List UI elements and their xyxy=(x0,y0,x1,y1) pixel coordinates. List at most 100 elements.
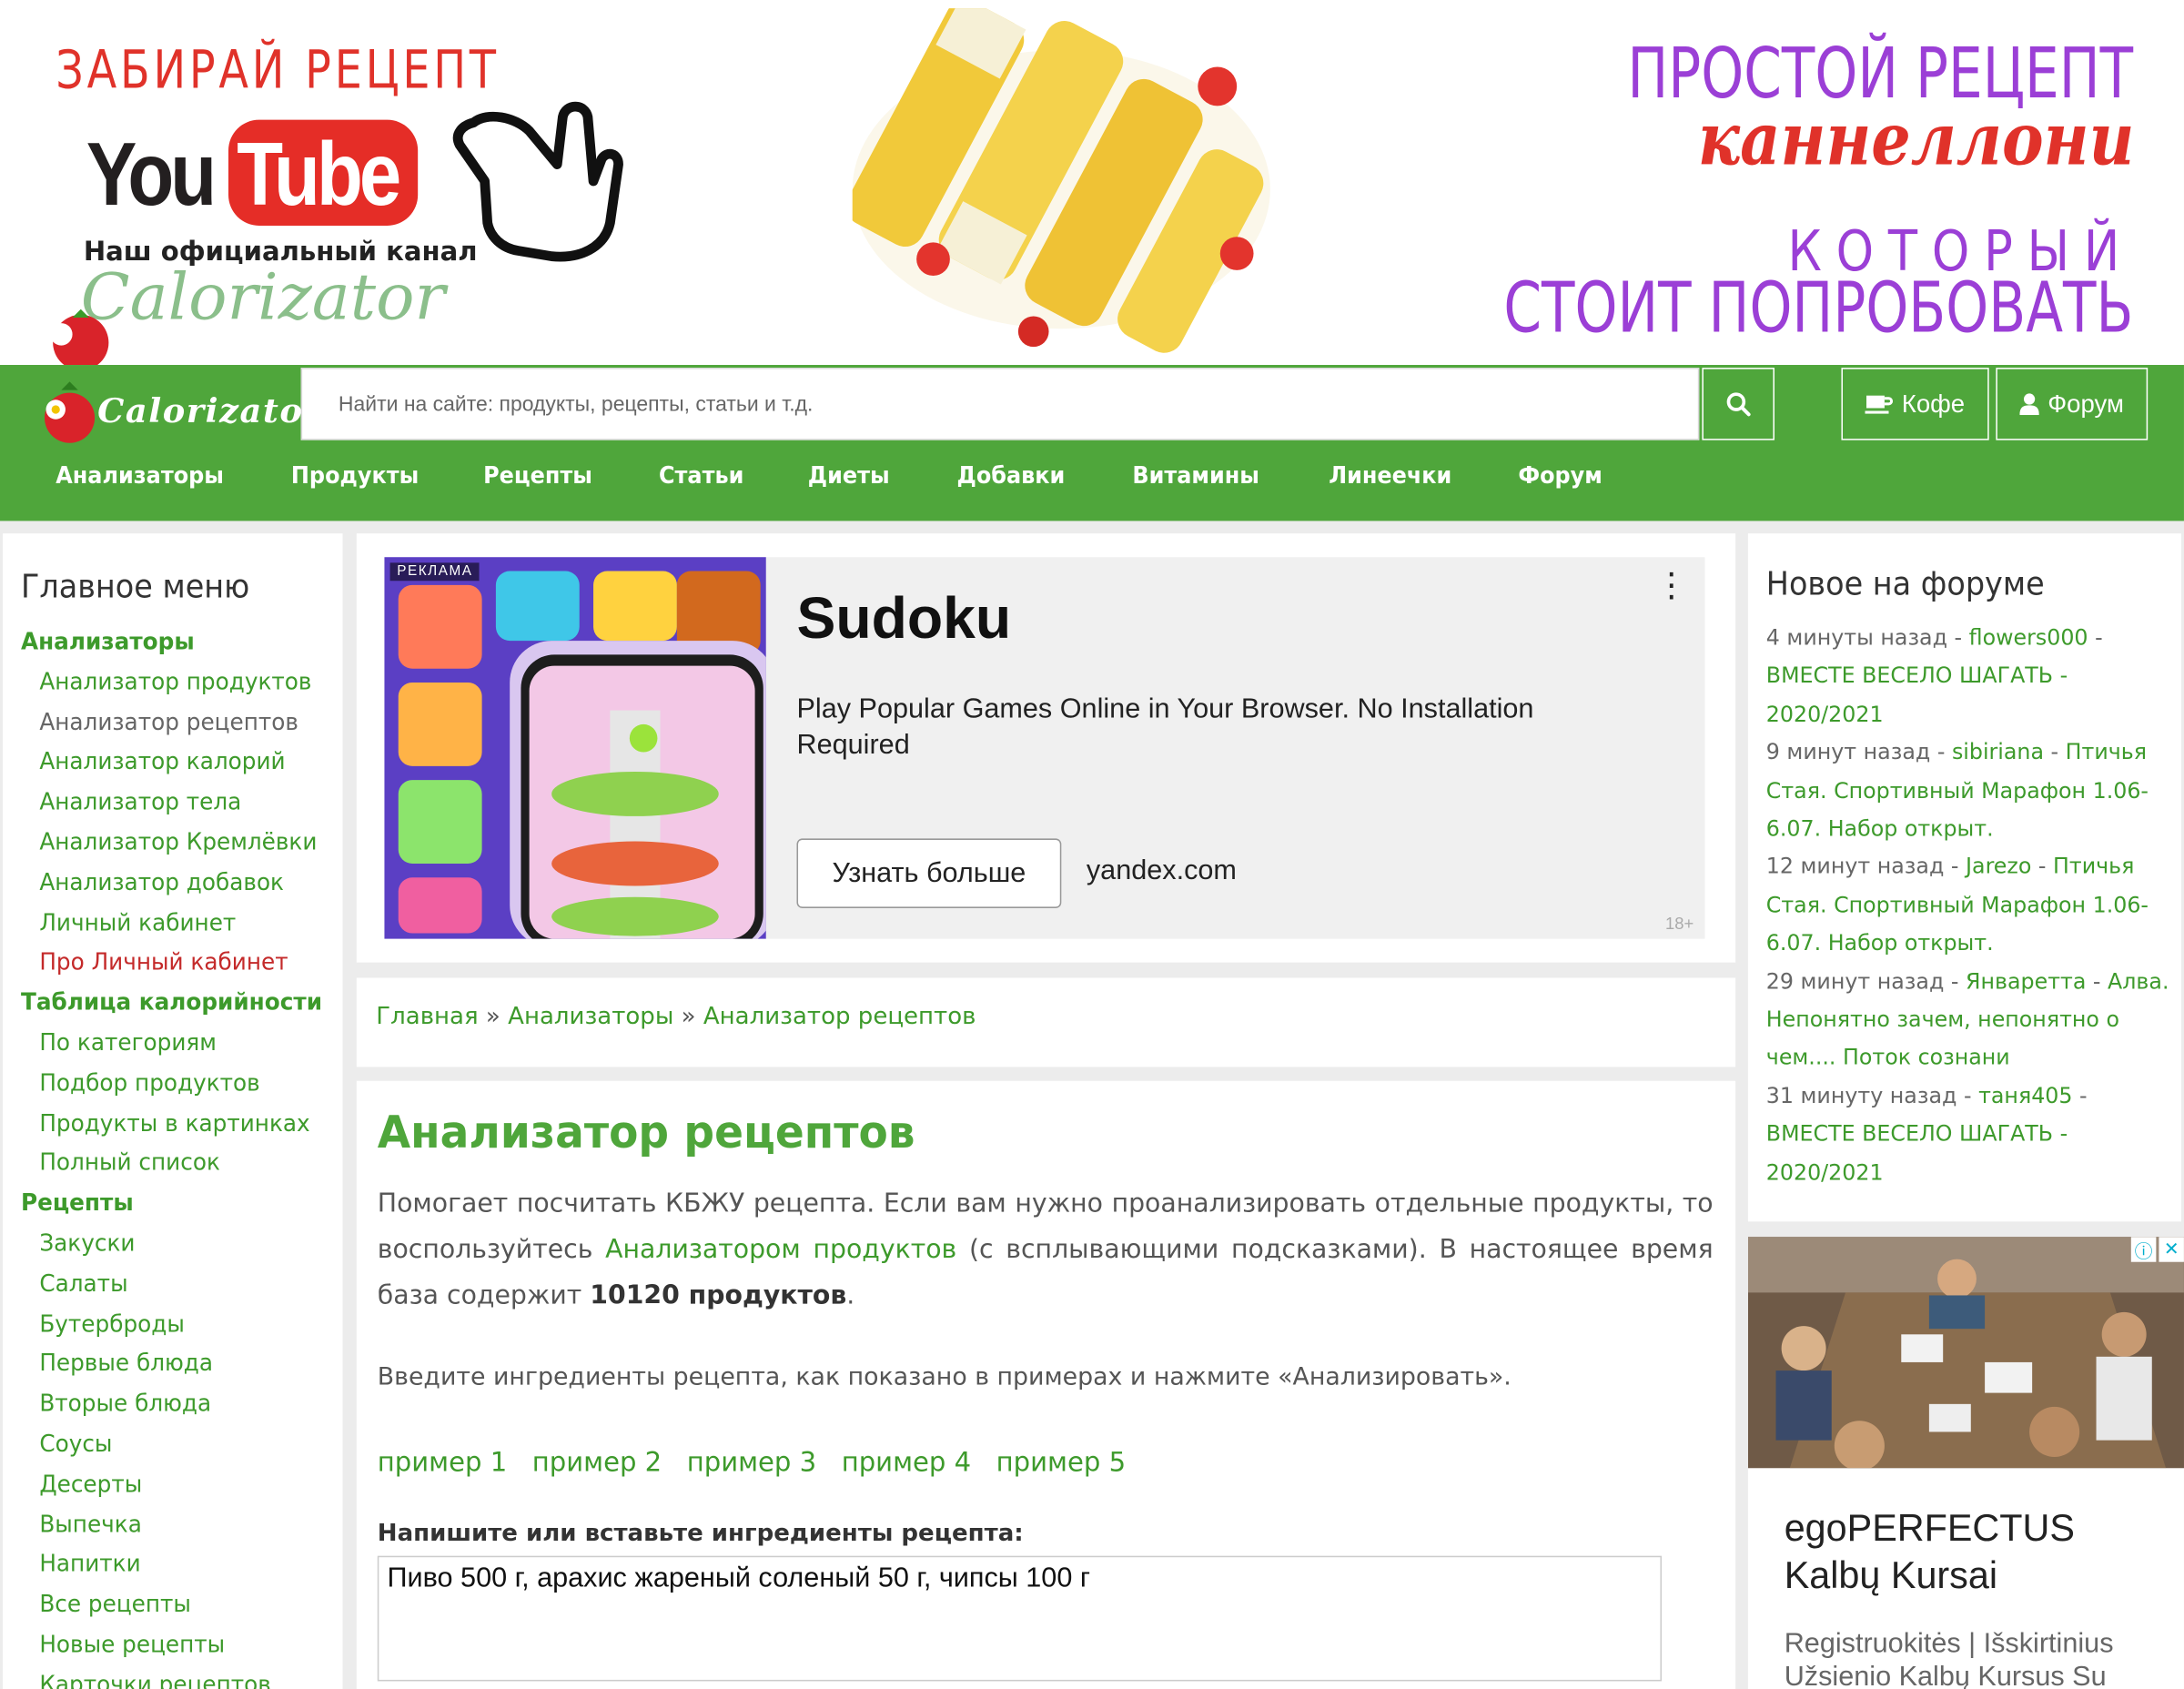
menu-item[interactable]: Личный кабинет xyxy=(21,904,327,944)
nav-diets[interactable]: Диеты xyxy=(808,462,890,491)
menu-item[interactable]: Анализатор продуктов xyxy=(21,662,327,703)
menu-category[interactable]: Таблица калорийности xyxy=(21,984,327,1024)
forum-entry-sep: - xyxy=(1944,854,1967,880)
ad-game-artwork xyxy=(384,557,766,939)
forum-entry-topic[interactable]: ВМЕСТЕ ВЕСЕЛО ШАГАТЬ - 2020/2021 xyxy=(1766,1122,2068,1185)
menu-item[interactable]: Соусы xyxy=(21,1425,327,1465)
breadcrumb-analyzers[interactable]: Анализаторы xyxy=(508,1003,673,1031)
menu-item[interactable]: По категориям xyxy=(21,1024,327,1064)
ingredients-textarea[interactable]: Пиво 500 г, арахис жареный соленый 50 г,… xyxy=(377,1555,1663,1682)
ad-description: Play Popular Games Online in Your Browse… xyxy=(796,693,1534,761)
menu-category[interactable]: Рецепты xyxy=(21,1184,327,1224)
coffee-button-label: Кофе xyxy=(1901,389,1966,418)
menu-item[interactable]: Про Личный кабинет xyxy=(21,944,327,984)
breadcrumb-sep: » xyxy=(673,1003,703,1031)
side-ad[interactable]: ⓘ ✕ egoPERFECTUS Kalbų Kursai Registruok… xyxy=(1747,1237,2184,1689)
menu-item[interactable]: Анализатор добавок xyxy=(21,864,327,904)
breadcrumb: Главная » Анализаторы » Анализатор рецеп… xyxy=(356,977,1736,1067)
menu-item[interactable]: Выпечка xyxy=(21,1505,327,1545)
ad-more-options-icon[interactable]: ⋮ xyxy=(1654,568,1688,602)
menu-item[interactable]: Анализатор рецептов xyxy=(21,703,327,743)
nav-recipes[interactable]: Рецепты xyxy=(483,462,592,491)
nav-articles[interactable]: Статьи xyxy=(659,462,743,491)
menu-item[interactable]: Все рецепты xyxy=(21,1585,327,1625)
menu-item[interactable]: Анализатор тела xyxy=(21,783,327,823)
menu-item[interactable]: Вторые блюда xyxy=(21,1385,327,1425)
search-icon xyxy=(1726,392,1751,417)
forum-entry-user[interactable]: Январетта xyxy=(1966,969,2086,995)
nav-analyzers[interactable]: Анализаторы xyxy=(56,462,224,491)
coffee-button[interactable]: Кофе xyxy=(1841,368,1989,440)
breadcrumb-home[interactable]: Главная xyxy=(376,1003,478,1031)
ad-close-icon[interactable]: ✕ xyxy=(2159,1237,2184,1262)
menu-category[interactable]: Анализаторы xyxy=(21,622,327,662)
menu-item[interactable]: Полный список xyxy=(21,1144,327,1184)
product-count: 10120 продуктов xyxy=(590,1281,847,1311)
forum-entry-time: 29 минут назад xyxy=(1765,968,1945,995)
forum-button[interactable]: Форум xyxy=(1996,368,2149,440)
instructions-text: Введите ингредиенты рецепта, как показан… xyxy=(377,1363,1512,1392)
example-link-4[interactable]: пример 4 xyxy=(842,1447,971,1478)
menu-item[interactable]: Анализатор Кремлёвки xyxy=(21,824,327,864)
forum-news-list: 4 минуты назад - flowers000 - ВМЕСТЕ ВЕС… xyxy=(1766,620,2181,1192)
forum-entry-sep: - xyxy=(2088,625,2103,651)
menu-item[interactable]: Первые блюда xyxy=(21,1345,327,1385)
side-ad-image[interactable]: ⓘ ✕ xyxy=(1747,1237,2184,1469)
example-link-2[interactable]: пример 2 xyxy=(532,1447,662,1478)
forum-entry-sep: - xyxy=(2044,740,2066,765)
ad-learn-more-button[interactable]: Узнать больше xyxy=(796,838,1062,908)
menu-item[interactable]: Карточки рецептов xyxy=(21,1665,327,1689)
menu-item[interactable]: Новые рецепты xyxy=(21,1625,327,1665)
example-link-3[interactable]: пример 3 xyxy=(687,1447,816,1478)
forum-entry-user[interactable]: таня405 xyxy=(1978,1084,2072,1109)
youtube-logo-you: You xyxy=(86,124,217,225)
menu-item[interactable]: Десерты xyxy=(21,1465,327,1505)
nav-products[interactable]: Продукты xyxy=(291,462,419,491)
site-header: Calorizator Кофе Форум Анализато xyxy=(0,365,2184,521)
side-ad-title[interactable]: egoPERFECTUS Kalbų Kursai xyxy=(1785,1504,2160,1599)
banner-right-line2: каннеллони xyxy=(1697,97,2134,183)
side-ad-text: Registruokitės | Išskirtinius Užsienio K… xyxy=(1784,1628,2114,1689)
forum-entry-topic[interactable]: ВМЕСТЕ ВЕСЕЛО ШАГАТЬ - 2020/2021 xyxy=(1766,663,2068,726)
menu-item[interactable]: Салаты xyxy=(21,1264,327,1304)
coffee-cup-icon xyxy=(1865,395,1894,414)
site-search-input[interactable] xyxy=(300,368,1700,440)
site-logo[interactable]: Calorizator xyxy=(36,370,321,449)
menu-item[interactable]: Напитки xyxy=(21,1545,327,1585)
meeting-photo xyxy=(1747,1237,2184,1469)
breadcrumb-current[interactable]: Анализатор рецептов xyxy=(703,1003,976,1031)
search-button[interactable] xyxy=(1702,368,1774,440)
menu-item[interactable]: Подбор продуктов xyxy=(21,1064,327,1104)
menu-item[interactable]: Закуски xyxy=(21,1224,327,1264)
menu-item[interactable]: Анализатор калорий xyxy=(21,743,327,783)
forum-entry-sep: - xyxy=(1947,625,1969,651)
example-link-5[interactable]: пример 5 xyxy=(996,1447,1126,1478)
forum-entry-user[interactable]: Jarezo xyxy=(1966,855,2031,880)
ad-domain[interactable]: yandex.com xyxy=(1087,855,1237,887)
banner-channel-script: Calorizator xyxy=(80,258,446,335)
ad-image[interactable]: РЕКЛАМА xyxy=(384,557,766,939)
menu-item[interactable]: Продукты в картинках xyxy=(21,1104,327,1144)
ad-block: РЕКЛАМА Sudoku Play Popular Games Online… xyxy=(356,533,1736,963)
promo-banner[interactable]: ЗАБИРАЙ РЕЦЕПТ You Tube Наш официальный … xyxy=(0,0,2184,366)
product-analyzer-link[interactable]: Анализатором продуктов xyxy=(605,1236,956,1265)
nav-rulers[interactable]: Линеечки xyxy=(1329,462,1451,491)
main-menu-title: Главное меню xyxy=(20,570,250,606)
strawberry-logo-icon xyxy=(44,381,96,443)
example-link-1[interactable]: пример 1 xyxy=(378,1447,507,1478)
forum-button-label: Форум xyxy=(2048,389,2124,418)
forum-entry-user[interactable]: flowers000 xyxy=(1969,625,2088,651)
ad-info-icon[interactable]: ⓘ xyxy=(2130,1237,2157,1262)
menu-item[interactable]: Бутерброды xyxy=(21,1304,327,1344)
strawberry-icon xyxy=(50,308,109,366)
example-links: пример 1 пример 2 пример 3 пример 4 прим… xyxy=(378,1447,1714,1478)
pointing-hand-icon xyxy=(452,101,623,262)
nav-vitamins[interactable]: Витамины xyxy=(1132,462,1259,491)
forum-entry-user[interactable]: sibiriana xyxy=(1952,740,2044,765)
nav-forum[interactable]: Форум xyxy=(1518,462,1602,491)
forum-entry-time: 12 минут назад xyxy=(1765,854,1945,880)
ad-title[interactable]: Sudoku xyxy=(797,585,1012,652)
nav-additives[interactable]: Добавки xyxy=(957,462,1066,491)
youtube-logo: You Tube xyxy=(86,115,435,235)
ad-body[interactable]: Sudoku Play Popular Games Online in Your… xyxy=(765,557,1705,939)
